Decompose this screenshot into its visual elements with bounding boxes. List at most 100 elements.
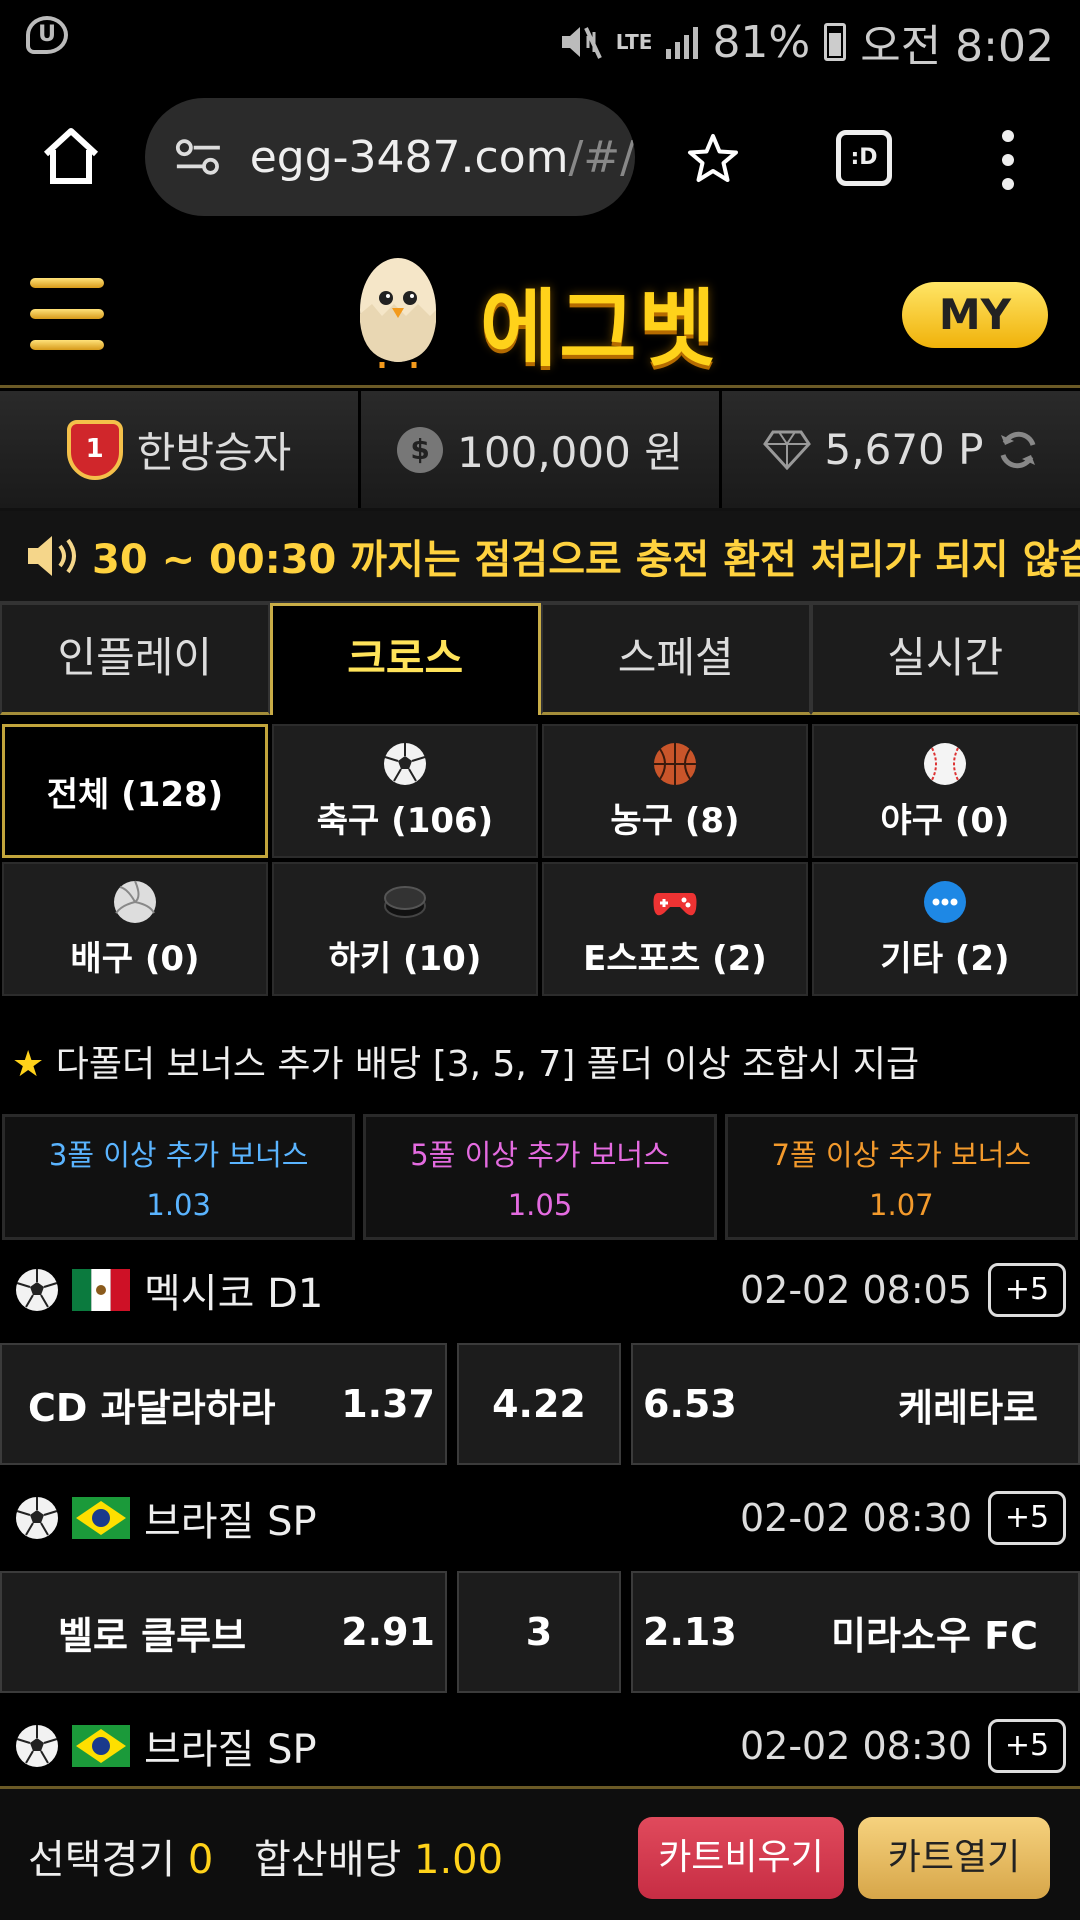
brazil-flag-icon	[72, 1497, 130, 1539]
notice-bar: 30 ~ 00:30 까지는 점검으로 충전 환전 처리가 되지 않습니	[0, 511, 1080, 603]
baseball-icon	[924, 742, 966, 785]
sport-filter-esports[interactable]: E스포츠 (2)	[542, 862, 808, 996]
home-odds: 1.37	[341, 1382, 435, 1426]
star-icon: ★	[12, 1044, 56, 1085]
clear-cart-button[interactable]: 카트비우기	[638, 1817, 844, 1899]
site-logo-text[interactable]: 에그벳	[480, 262, 718, 383]
tab-special[interactable]: 스페셜	[541, 603, 811, 715]
level-badge-icon: 1	[66, 419, 123, 480]
coin-icon: $	[397, 426, 444, 473]
home-odds: 2.91	[341, 1610, 435, 1654]
odds-row: CD 과달라하라 1.37 4.22 6.53 케레타로	[0, 1343, 1080, 1465]
hockey-puck-icon	[384, 885, 426, 918]
sport-filter-basketball[interactable]: 농구 (8)	[542, 724, 808, 858]
url-text: egg-3487.com/#/	[249, 131, 635, 183]
away-odds-button[interactable]: 2.13 미라소우 FC	[631, 1571, 1080, 1693]
home-icon[interactable]	[40, 126, 102, 186]
menu-kebab-icon[interactable]	[998, 130, 1018, 190]
bonus-box-7: 7폴 이상 추가 보너스 1.07	[724, 1114, 1078, 1240]
battery-icon	[824, 23, 847, 61]
cart-summary: 선택경기 0 합산배당 1.00	[28, 1837, 504, 1883]
soccer-ball-icon	[16, 1497, 58, 1539]
league-name: 브라질 SP	[144, 1499, 317, 1545]
soccer-ball-icon	[16, 1269, 58, 1311]
hamburger-menu-icon[interactable]	[30, 278, 104, 350]
sport-filter-grid: 전체 (128) 축구 (106) 농구 (8) 야구 (0) 배구 (0) 하…	[0, 722, 1080, 998]
more-icon	[924, 880, 966, 923]
network-type: LTE	[615, 30, 653, 54]
draw-odds-button[interactable]: 4.22	[457, 1343, 621, 1465]
my-page-button[interactable]: MY	[902, 282, 1048, 348]
sport-filter-volleyball[interactable]: 배구 (0)	[2, 862, 268, 996]
tab-switcher-button[interactable]: :D	[836, 130, 892, 186]
user-money: 100,000 원	[457, 428, 683, 477]
open-cart-button[interactable]: 카트열기	[858, 1817, 1050, 1899]
battery-percent: 81%	[712, 16, 811, 68]
address-bar[interactable]: egg-3487.com/#/	[145, 98, 635, 216]
away-odds: 6.53	[643, 1382, 737, 1426]
gamepad-icon	[653, 892, 697, 915]
basketball-icon	[654, 742, 696, 785]
match-time: 02-02 08:30	[739, 1724, 972, 1768]
tab-cross[interactable]: 크로스	[269, 603, 541, 715]
bookmark-star-icon[interactable]	[686, 132, 740, 186]
tab-inplay[interactable]: 인플레이	[0, 603, 270, 715]
league-header: 멕시코 D1 02-02 08:05 +5	[0, 1240, 1080, 1340]
mexico-flag-icon	[72, 1269, 130, 1311]
home-odds-button[interactable]: 벨로 클루브 2.91	[0, 1571, 447, 1693]
away-team: 케레타로	[898, 1385, 1038, 1430]
away-odds-button[interactable]: 6.53 케레타로	[631, 1343, 1080, 1465]
away-team: 미라소우 FC	[831, 1613, 1038, 1658]
league-header: 브라질 SP 02-02 08:30 +5	[0, 1696, 1080, 1796]
tab-realtime[interactable]: 실시간	[810, 603, 1080, 715]
bonus-box-5: 5폴 이상 추가 보너스 1.05	[363, 1114, 717, 1240]
speaker-icon	[28, 536, 76, 576]
notice-text: 30 ~ 00:30 까지는 점검으로 충전 환전 처리가 되지 않습니	[92, 537, 1080, 583]
more-markets-button[interactable]: +5	[988, 1263, 1066, 1317]
more-markets-button[interactable]: +5	[988, 1491, 1066, 1545]
user-info-bar: 1 한방승자 $ 100,000 원 5,670 P	[0, 391, 1080, 511]
bonus-box-3: 3폴 이상 추가 보너스 1.03	[2, 1114, 356, 1240]
brazil-flag-icon	[72, 1725, 130, 1767]
cart-bar: 선택경기 0 합산배당 1.00 카트비우기 카트열기	[0, 1786, 1080, 1920]
sport-filter-etc[interactable]: 기타 (2)	[812, 862, 1078, 996]
signal-icon	[666, 25, 699, 59]
user-money-cell: $ 100,000 원	[361, 391, 722, 508]
more-markets-button[interactable]: +5	[988, 1719, 1066, 1773]
match-time: 02-02 08:30	[739, 1496, 972, 1540]
soccer-ball-icon	[384, 742, 426, 785]
selected-count: 0	[187, 1837, 214, 1883]
user-nickname: 한방승자	[136, 428, 292, 477]
sport-filter-baseball[interactable]: 야구 (0)	[812, 724, 1078, 858]
clock: 오전 8:02	[860, 21, 1054, 72]
home-team: CD 과달라하라	[28, 1385, 276, 1430]
home-team: 벨로 클루브	[58, 1613, 247, 1658]
draw-odds: 4.22	[492, 1382, 586, 1426]
volleyball-icon	[114, 880, 156, 923]
draw-odds: 3	[525, 1610, 553, 1654]
refresh-icon[interactable]	[997, 429, 1039, 471]
bonus-title: ★ 다폴더 보너스 추가 배당 [3, 5, 7] 폴더 이상 조합시 지급	[12, 1044, 920, 1085]
odds-row: 벨로 클루브 2.91 3 2.13 미라소우 FC	[0, 1571, 1080, 1693]
league-name: 브라질 SP	[144, 1727, 317, 1773]
league-name: 멕시코 D1	[144, 1271, 324, 1317]
browser-toolbar: egg-3487.com/#/ :D	[0, 74, 1080, 240]
soccer-ball-icon	[16, 1725, 58, 1767]
user-points: 5,670 P	[824, 425, 984, 474]
away-odds: 2.13	[643, 1610, 737, 1654]
user-points-cell: 5,670 P	[722, 391, 1080, 508]
user-nickname-cell[interactable]: 1 한방승자	[0, 391, 361, 508]
carrier-logo-icon: U	[26, 16, 68, 54]
site-settings-icon[interactable]	[175, 137, 222, 177]
sport-filter-soccer[interactable]: 축구 (106)	[272, 724, 538, 858]
sport-filter-all[interactable]: 전체 (128)	[2, 724, 268, 858]
game-type-tabs: 인플레이 크로스 스페셜 실시간	[0, 603, 1080, 715]
sport-filter-hockey[interactable]: 하키 (10)	[272, 862, 538, 996]
status-bar: U LTE 81% 오전 8:02	[0, 0, 1080, 74]
total-odds: 1.00	[414, 1837, 504, 1883]
home-odds-button[interactable]: CD 과달라하라 1.37	[0, 1343, 447, 1465]
bonus-boxes: 3폴 이상 추가 보너스 1.03 5폴 이상 추가 보너스 1.05 7폴 이…	[0, 1114, 1080, 1240]
draw-odds-button[interactable]: 3	[457, 1571, 621, 1693]
match-time: 02-02 08:05	[739, 1268, 972, 1312]
mute-icon	[561, 27, 602, 59]
